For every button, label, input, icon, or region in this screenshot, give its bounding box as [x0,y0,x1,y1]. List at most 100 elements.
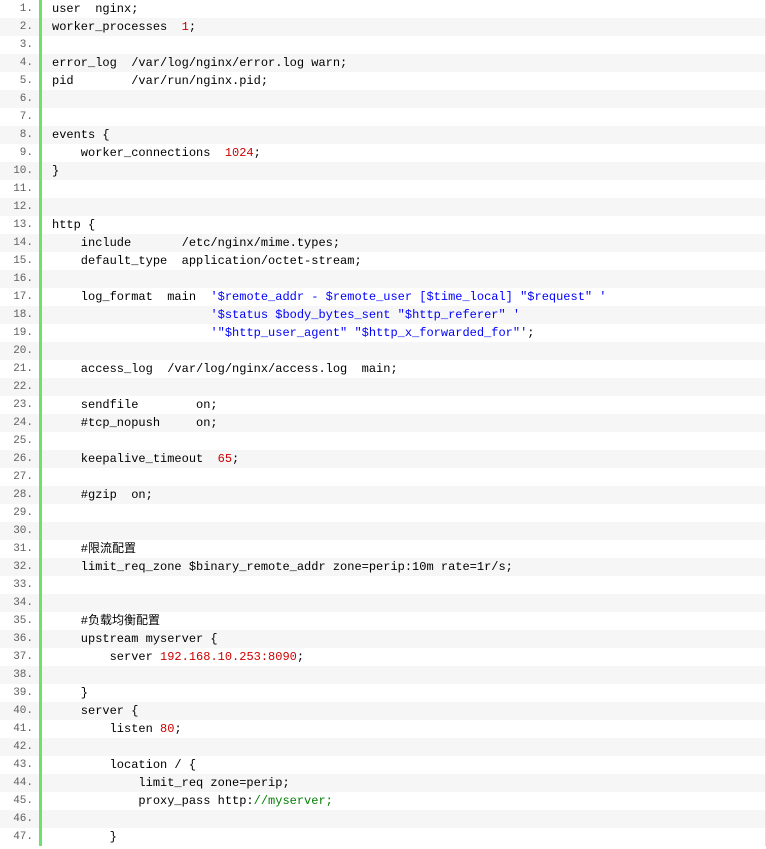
token: server [52,650,160,664]
token: error_log /var/log/nginx/error.log warn; [52,56,347,70]
code-content [42,90,52,108]
line-number: 22. [0,378,42,396]
code-line: 37. server 192.168.10.253:8090; [0,648,765,666]
token: events { [52,128,110,142]
code-line: 11. [0,180,765,198]
line-number: 18. [0,306,42,324]
token: server { [52,704,138,718]
code-content: default_type application/octet-stream; [42,252,362,270]
code-content [42,198,52,216]
line-number: 34. [0,594,42,612]
code-content: listen 80; [42,720,182,738]
token: #gzip on; [52,488,153,502]
token: pid /var/run/nginx.pid; [52,74,268,88]
line-number: 4. [0,54,42,72]
code-content: proxy_pass http://myserver; [42,792,333,810]
token: } [52,164,59,178]
code-content: keepalive_timeout 65; [42,450,239,468]
code-content: server 192.168.10.253:8090; [42,648,304,666]
line-number: 45. [0,792,42,810]
token: include /etc/nginx/mime.types; [52,236,340,250]
line-number: 5. [0,72,42,90]
code-content [42,468,52,486]
token: //myserver; [254,794,333,808]
token: log_format main [52,290,210,304]
line-number: 7. [0,108,42,126]
line-number: 6. [0,90,42,108]
line-number: 14. [0,234,42,252]
code-line: 14. include /etc/nginx/mime.types; [0,234,765,252]
token: 1024 [225,146,254,160]
code-content: } [42,684,88,702]
code-content: '$status $body_bytes_sent "$http_referer… [42,306,520,324]
line-number: 23. [0,396,42,414]
code-line: 33. [0,576,765,594]
code-line: 40. server { [0,702,765,720]
code-line: 18. '$status $body_bytes_sent "$http_ref… [0,306,765,324]
code-content: user nginx; [42,0,138,18]
code-line: 6. [0,90,765,108]
line-number: 43. [0,756,42,774]
line-number: 31. [0,540,42,558]
code-line: 17. log_format main '$remote_addr - $rem… [0,288,765,306]
code-line: 24. #tcp_nopush on; [0,414,765,432]
line-number: 40. [0,702,42,720]
line-number: 28. [0,486,42,504]
code-line: 27. [0,468,765,486]
token: default_type application/octet-stream; [52,254,362,268]
code-content: upstream myserver { [42,630,218,648]
line-number: 25. [0,432,42,450]
code-content: limit_req_zone $binary_remote_addr zone=… [42,558,513,576]
token: ; [174,722,181,736]
line-number: 36. [0,630,42,648]
token: } [52,686,88,700]
code-content [42,342,52,360]
code-content: sendfile on; [42,396,218,414]
code-line: 28. #gzip on; [0,486,765,504]
line-number: 37. [0,648,42,666]
line-number: 17. [0,288,42,306]
token: user nginx; [52,2,138,16]
code-line: 10.} [0,162,765,180]
token: ; [254,146,261,160]
token: ; [527,326,534,340]
code-content [42,576,52,594]
token: access_log /var/log/nginx/access.log mai… [52,362,398,376]
code-line: 44. limit_req zone=perip; [0,774,765,792]
code-line: 13.http { [0,216,765,234]
code-line: 39. } [0,684,765,702]
line-number: 46. [0,810,42,828]
code-line: 45. proxy_pass http://myserver; [0,792,765,810]
code-line: 26. keepalive_timeout 65; [0,450,765,468]
line-number: 21. [0,360,42,378]
code-line: 41. listen 80; [0,720,765,738]
token: ; [297,650,304,664]
code-line: 1.user nginx; [0,0,765,18]
line-number: 13. [0,216,42,234]
code-content: pid /var/run/nginx.pid; [42,72,268,90]
code-content: http { [42,216,95,234]
code-line: 5. pid /var/run/nginx.pid; [0,72,765,90]
code-content: worker_connections 1024; [42,144,261,162]
code-line: 38. [0,666,765,684]
code-content [42,108,52,126]
token [52,308,210,322]
code-line: 32. limit_req_zone $binary_remote_addr z… [0,558,765,576]
code-content: include /etc/nginx/mime.types; [42,234,340,252]
code-line: 8.events { [0,126,765,144]
code-content: limit_req zone=perip; [42,774,290,792]
code-line: 19. '"$http_user_agent" "$http_x_forward… [0,324,765,342]
code-content: log_format main '$remote_addr - $remote_… [42,288,607,306]
token: #限流配置 [52,542,136,556]
token: '$status $body_bytes_sent "$http_referer… [210,308,520,322]
code-line: 20. [0,342,765,360]
line-number: 19. [0,324,42,342]
line-number: 41. [0,720,42,738]
line-number: 9. [0,144,42,162]
line-number: 35. [0,612,42,630]
code-line: 7. [0,108,765,126]
line-number: 11. [0,180,42,198]
token: ; [189,20,196,34]
line-number: 15. [0,252,42,270]
code-content: events { [42,126,110,144]
